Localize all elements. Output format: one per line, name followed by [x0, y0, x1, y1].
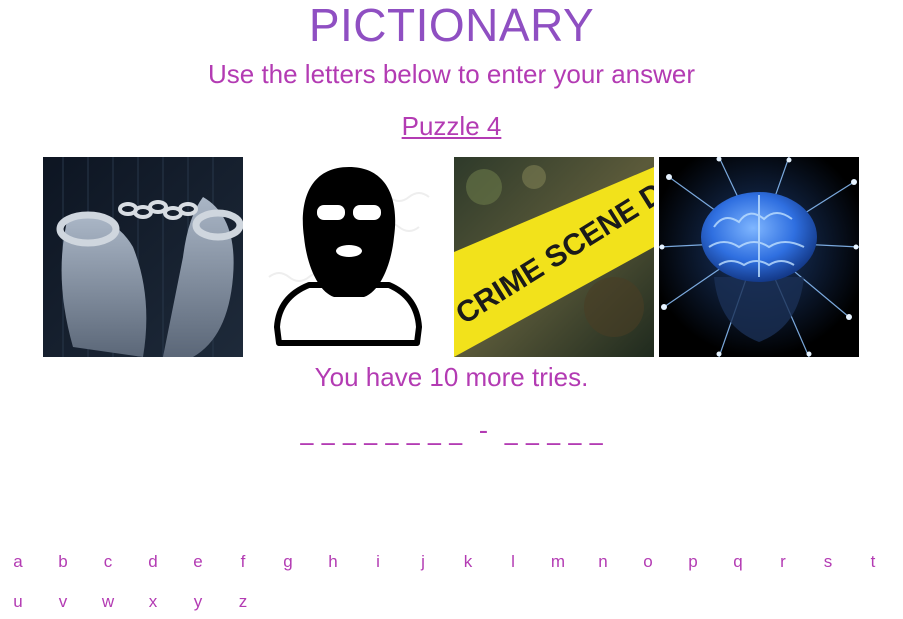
tries-remaining: You have 10 more tries. [314, 362, 589, 392]
answer-blanks: _ _ _ _ _ _ _ _ - _ _ _ _ _ [300, 416, 603, 446]
letter-key-x[interactable]: x [143, 592, 163, 612]
brain-image [659, 157, 859, 357]
letter-key-s[interactable]: s [818, 552, 838, 572]
letter-key-q[interactable]: q [728, 552, 748, 572]
letter-key-k[interactable]: k [458, 552, 478, 572]
letter-key-r[interactable]: r [773, 552, 793, 572]
puzzle-link[interactable]: Puzzle 4 [402, 111, 502, 141]
letter-key-p[interactable]: p [683, 552, 703, 572]
letter-key-j[interactable]: j [413, 552, 433, 572]
handcuffs-image [43, 157, 243, 357]
puzzle-number: Puzzle 4 [0, 111, 903, 142]
letter-key-i[interactable]: i [368, 552, 388, 572]
letter-key-l[interactable]: l [503, 552, 523, 572]
letter-key-f[interactable]: f [233, 552, 253, 572]
crime-scene-tape-icon: CRIME SCENE DO NOT CROSS [454, 157, 654, 357]
letter-key-w[interactable]: w [98, 592, 118, 612]
letter-key-u[interactable]: u [8, 592, 28, 612]
letter-key-m[interactable]: m [548, 552, 568, 572]
letter-key-z[interactable]: z [233, 592, 253, 612]
balaclava-image [249, 157, 449, 357]
letter-key-t[interactable]: t [863, 552, 883, 572]
letter-key-h[interactable]: h [323, 552, 343, 572]
letter-key-a[interactable]: a [8, 552, 28, 572]
page-title: PICTIONARY [308, 0, 595, 51]
letter-key-b[interactable]: b [53, 552, 73, 572]
letter-key-y[interactable]: y [188, 592, 208, 612]
glowing-brain-icon [659, 157, 859, 357]
letter-key-d[interactable]: d [143, 552, 163, 572]
instructions-text: Use the letters below to enter your answ… [207, 59, 696, 89]
handcuffs-icon [43, 157, 243, 357]
letter-key-g[interactable]: g [278, 552, 298, 572]
balaclava-mask-icon [249, 157, 449, 357]
pictionary-page: PICTIONARY Use the letters below to ente… [0, 0, 903, 619]
letter-key-e[interactable]: e [188, 552, 208, 572]
letter-key-c[interactable]: c [98, 552, 118, 572]
letter-key-o[interactable]: o [638, 552, 658, 572]
crime-scene-image: CRIME SCENE DO NOT CROSS [454, 157, 654, 357]
letter-key-n[interactable]: n [593, 552, 613, 572]
letter-key-v[interactable]: v [53, 592, 73, 612]
